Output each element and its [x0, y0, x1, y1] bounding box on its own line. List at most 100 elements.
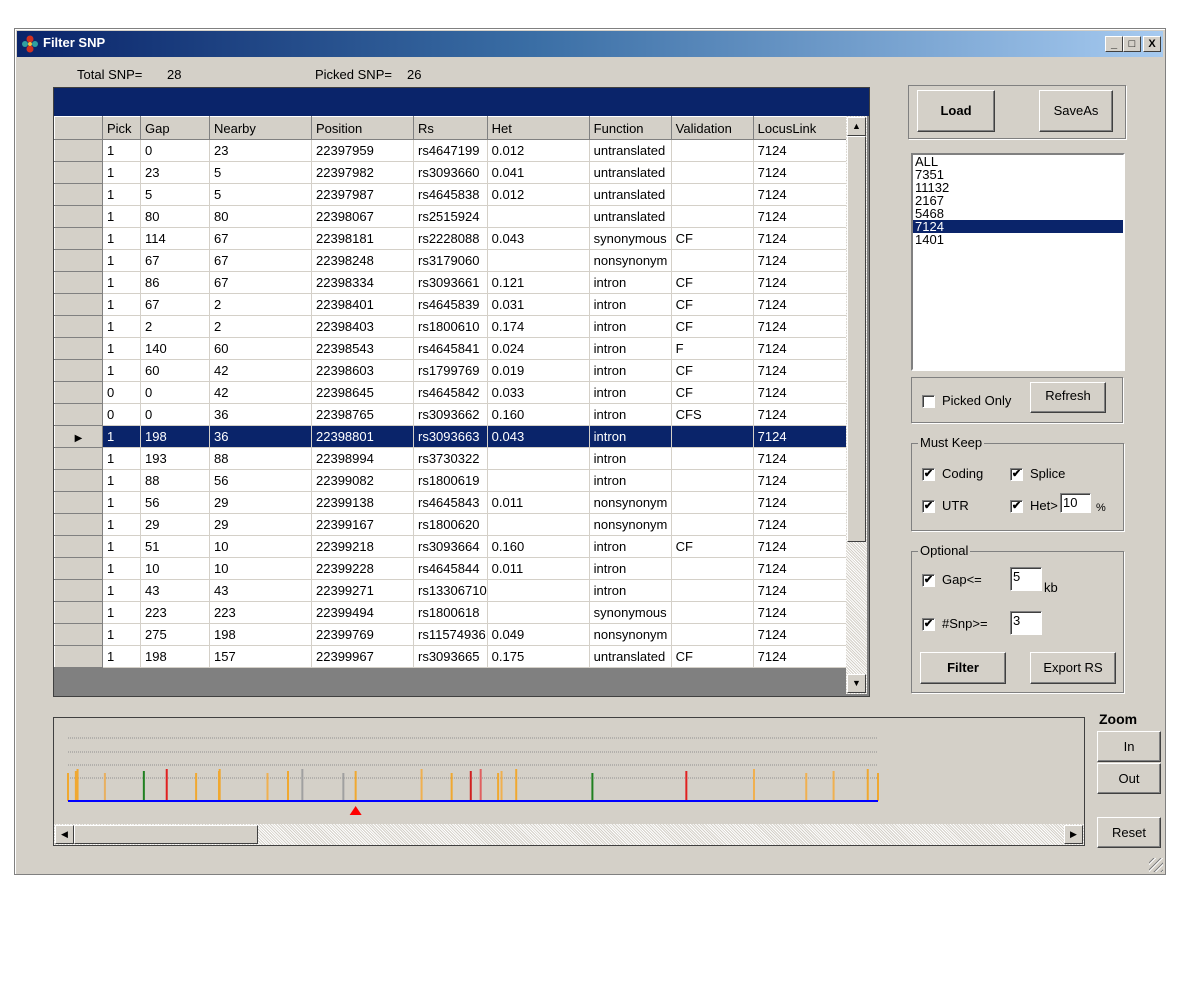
- column-header-nearby[interactable]: Nearby: [209, 116, 312, 140]
- cell-validation[interactable]: [670, 205, 754, 228]
- cell-rs[interactable]: rs1800618: [413, 601, 488, 624]
- cell-het[interactable]: 0.043: [486, 425, 590, 448]
- cell-gap[interactable]: 223: [140, 601, 210, 624]
- cell-rs[interactable]: rs4647199: [413, 139, 488, 162]
- cell-validation[interactable]: CF: [670, 293, 754, 316]
- cell-position[interactable]: 22398067: [311, 205, 414, 228]
- cell-nearby[interactable]: 67: [209, 271, 312, 294]
- cell-position[interactable]: 22397982: [311, 161, 414, 184]
- cell-het[interactable]: 0.011: [486, 491, 590, 514]
- cell-function[interactable]: intron: [588, 425, 672, 448]
- cell-position[interactable]: 22398765: [311, 403, 414, 426]
- table-row[interactable]: 1 86 67 22398334 rs3093661 0.121 intron CF 7124: [54, 271, 867, 294]
- utr-checkbox[interactable]: ✔: [922, 500, 935, 513]
- cell-pick[interactable]: 1: [102, 359, 141, 382]
- table-row[interactable]: 1 51 10 22399218 rs3093664 0.160 intron CF 7124: [54, 535, 867, 558]
- cell-function[interactable]: synonymous: [588, 601, 672, 624]
- cell-position[interactable]: 22398645: [311, 381, 414, 404]
- cell-rs[interactable]: rs2515924: [413, 205, 488, 228]
- cell-rs[interactable]: rs4645843: [413, 491, 488, 514]
- cell-het[interactable]: [486, 205, 590, 228]
- table-row[interactable]: 1 198 157 22399967 rs3093665 0.175 untranslate…: [54, 645, 867, 668]
- cell-nearby[interactable]: 10: [209, 557, 312, 580]
- table-row[interactable]: 1 60 42 22398603 rs1799769 0.019 intron CF 7124: [54, 359, 867, 382]
- cell-nearby[interactable]: 2: [209, 315, 312, 338]
- cell-validation[interactable]: [670, 183, 754, 206]
- cell-gap[interactable]: 114: [140, 227, 210, 250]
- row-header[interactable]: [54, 623, 103, 646]
- cell-function[interactable]: intron: [588, 337, 672, 360]
- cell-position[interactable]: 22398181: [311, 227, 414, 250]
- close-button[interactable]: X: [1143, 36, 1161, 52]
- splice-checkbox[interactable]: ✔: [1010, 468, 1023, 481]
- cell-pick[interactable]: 1: [102, 183, 141, 206]
- cell-pick[interactable]: 1: [102, 579, 141, 602]
- cell-rs[interactable]: rs4645839: [413, 293, 488, 316]
- cell-het[interactable]: [486, 249, 590, 272]
- row-header[interactable]: [54, 271, 103, 294]
- cell-position[interactable]: 22398801: [311, 425, 414, 448]
- cell-gap[interactable]: 140: [140, 337, 210, 360]
- cell-het[interactable]: [486, 601, 590, 624]
- cell-pick[interactable]: 1: [102, 557, 141, 580]
- cell-position[interactable]: 22398403: [311, 315, 414, 338]
- cell-rs[interactable]: rs4645844: [413, 557, 488, 580]
- cell-het[interactable]: 0.160: [486, 535, 590, 558]
- cell-gap[interactable]: 29: [140, 513, 210, 536]
- grid-vertical-scrollbar[interactable]: ▲ ▼: [846, 116, 867, 694]
- table-row[interactable]: 1 23 5 22397982 rs3093660 0.041 untranslated 71…: [54, 161, 867, 184]
- cell-function[interactable]: intron: [588, 293, 672, 316]
- cell-gap[interactable]: 0: [140, 381, 210, 404]
- table-row[interactable]: 1 10 10 22399228 rs4645844 0.011 intron 7124: [54, 557, 867, 580]
- locus-list-item[interactable]: 7124: [913, 220, 1123, 233]
- export-rs-button[interactable]: Export RS: [1030, 652, 1116, 684]
- row-header[interactable]: [54, 249, 103, 272]
- cell-pick[interactable]: 1: [102, 469, 141, 492]
- cell-rs[interactable]: rs3093665: [413, 645, 488, 668]
- column-header-het[interactable]: Het: [486, 116, 590, 140]
- table-row[interactable]: 1 80 80 22398067 rs2515924 untranslated 7124: [54, 205, 867, 228]
- cell-het[interactable]: 0.175: [486, 645, 590, 668]
- snp-data-grid[interactable]: Pick Gap Nearby Position Rs Het Function Valida…: [53, 87, 870, 697]
- row-header[interactable]: [54, 469, 103, 492]
- cell-pick[interactable]: 1: [102, 161, 141, 184]
- cell-pick[interactable]: 1: [102, 315, 141, 338]
- cell-nearby[interactable]: 29: [209, 491, 312, 514]
- row-header[interactable]: [54, 513, 103, 536]
- cell-het[interactable]: 0.043: [486, 227, 590, 250]
- cell-rs[interactable]: rs3093664: [413, 535, 488, 558]
- scroll-left-button[interactable]: ◀: [55, 825, 74, 844]
- table-row[interactable]: 1 223 223 22399494 rs1800618 synonymous 7124: [54, 601, 867, 624]
- cell-position[interactable]: 22399138: [311, 491, 414, 514]
- cell-gap[interactable]: 5: [140, 183, 210, 206]
- cell-nearby[interactable]: 67: [209, 249, 312, 272]
- track-scroll-thumb[interactable]: [74, 825, 258, 844]
- cell-nearby[interactable]: 43: [209, 579, 312, 602]
- cell-gap[interactable]: 86: [140, 271, 210, 294]
- cell-nearby[interactable]: 60: [209, 337, 312, 360]
- cell-pick[interactable]: 1: [102, 491, 141, 514]
- row-header[interactable]: [54, 161, 103, 184]
- row-header[interactable]: [54, 403, 103, 426]
- cell-position[interactable]: 22397959: [311, 139, 414, 162]
- cell-position[interactable]: 22399228: [311, 557, 414, 580]
- minimize-button[interactable]: _: [1105, 36, 1123, 52]
- cell-validation[interactable]: [670, 579, 754, 602]
- snp-count-checkbox[interactable]: ✔: [922, 618, 935, 631]
- table-row[interactable]: 1 29 29 22399167 rs1800620 nonsynonym 7124: [54, 513, 867, 536]
- cell-rs[interactable]: rs4645838: [413, 183, 488, 206]
- cell-position[interactable]: 22398543: [311, 337, 414, 360]
- load-button[interactable]: Load: [917, 90, 995, 132]
- cell-function[interactable]: intron: [588, 403, 672, 426]
- cell-rs[interactable]: rs4645842: [413, 381, 488, 404]
- cell-function[interactable]: intron: [588, 359, 672, 382]
- cell-het[interactable]: 0.049: [486, 623, 590, 646]
- cell-validation[interactable]: [670, 601, 754, 624]
- cell-rs[interactable]: rs3093663: [413, 425, 488, 448]
- cell-function[interactable]: intron: [588, 535, 672, 558]
- zoom-reset-button[interactable]: Reset: [1097, 817, 1161, 848]
- cell-position[interactable]: 22398334: [311, 271, 414, 294]
- locus-list-item[interactable]: 1401: [913, 233, 1123, 246]
- cell-het[interactable]: 0.024: [486, 337, 590, 360]
- cell-nearby[interactable]: 42: [209, 381, 312, 404]
